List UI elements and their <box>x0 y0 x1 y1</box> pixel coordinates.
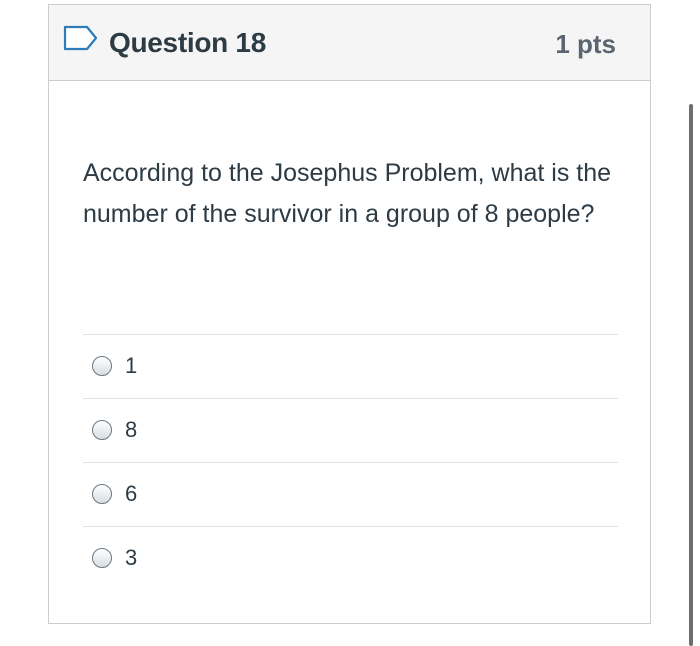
question-points: 1 pts <box>555 29 616 59</box>
scrollbar[interactable] <box>689 104 693 646</box>
answer-label: 8 <box>125 417 138 442</box>
radio-button[interactable] <box>92 548 112 568</box>
answer-label: 3 <box>125 545 138 570</box>
answer-label: 6 <box>125 481 138 506</box>
answer-label: 1 <box>125 353 138 378</box>
answer-list: 1 8 6 3 <box>83 334 618 590</box>
answer-option[interactable]: 1 <box>83 334 618 398</box>
radio-button[interactable] <box>92 484 112 504</box>
question-card: Question 18 1 pts According to the Josep… <box>48 4 651 624</box>
radio-button[interactable] <box>92 356 112 376</box>
answer-option[interactable]: 3 <box>83 526 618 590</box>
radio-button[interactable] <box>92 420 112 440</box>
question-text: According to the Josephus Problem, what … <box>83 159 612 228</box>
answer-option[interactable]: 8 <box>83 398 618 462</box>
question-header: Question 18 1 pts <box>49 5 650 81</box>
flag-question-icon[interactable] <box>63 25 99 51</box>
answer-option[interactable]: 6 <box>83 462 618 526</box>
question-title: Question 18 <box>109 27 266 58</box>
